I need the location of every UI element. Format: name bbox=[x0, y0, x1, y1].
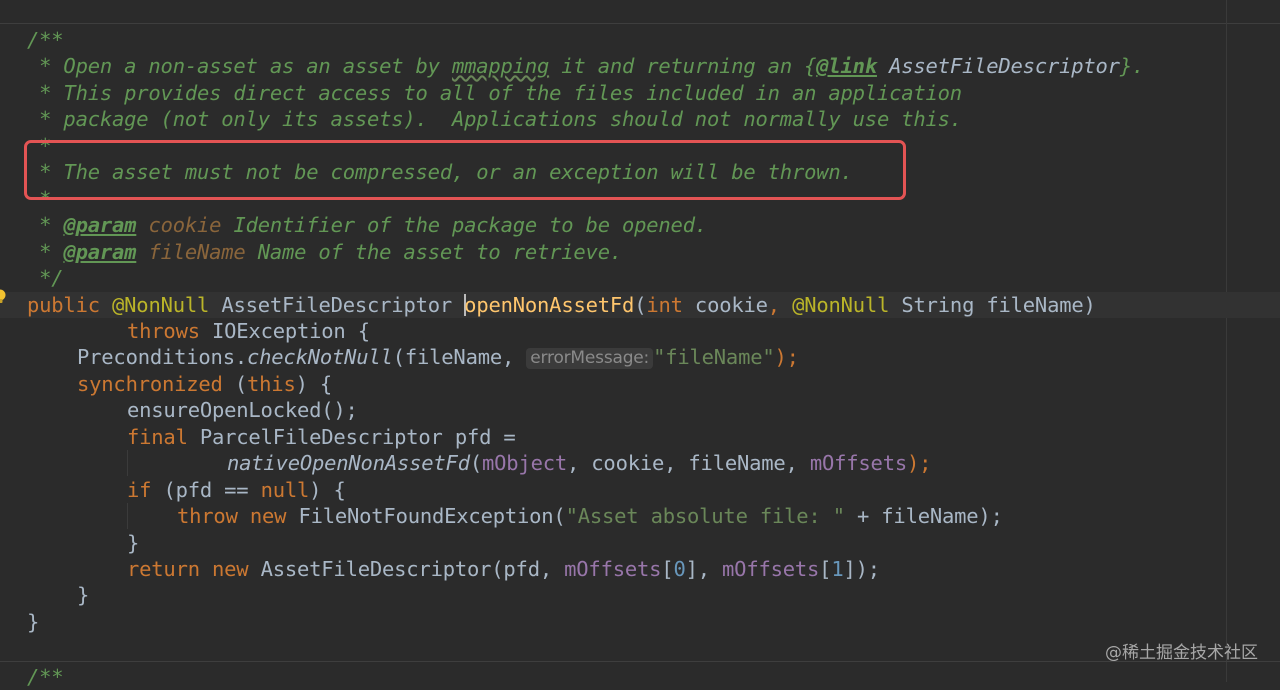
doc-line-8: * @param cookie Identifier of the packag… bbox=[27, 213, 707, 237]
method-close-brace: } bbox=[27, 610, 40, 634]
editor-bottom-divider bbox=[0, 661, 1280, 662]
ensure-open-line: ensureOpenLocked(); bbox=[127, 398, 358, 422]
param-tag: @param bbox=[63, 240, 137, 264]
doc-line-2: * Open a non-asset as an asset by mmappi… bbox=[27, 54, 1145, 78]
doc-line-9: * @param fileName Name of the asset to r… bbox=[27, 240, 622, 264]
preconditions-line: Preconditions.checkNotNull(fileName, err… bbox=[77, 345, 799, 369]
doc-line-3: * This provides direct access to all of … bbox=[27, 81, 962, 105]
intention-bulb-icon[interactable] bbox=[0, 289, 6, 305]
next-doc-comment: /** bbox=[27, 665, 64, 689]
synchronized-line: synchronized (this) { bbox=[77, 372, 333, 396]
method-signature-line: public @NonNull AssetFileDescriptor open… bbox=[27, 293, 1096, 317]
doc-line-10: */ bbox=[27, 266, 64, 290]
final-pfd-line: final ParcelFileDescriptor pfd = bbox=[127, 425, 516, 449]
param-tag: @param bbox=[63, 213, 137, 237]
indent-guide bbox=[127, 503, 128, 529]
right-margin-guide bbox=[1226, 0, 1227, 682]
sync-close-brace: } bbox=[77, 583, 90, 607]
code-editor[interactable]: /** * Open a non-asset as an asset by mm… bbox=[0, 0, 1280, 689]
doc-line-1: /** bbox=[27, 28, 64, 52]
doc-line-4: * package (not only its assets). Applica… bbox=[27, 107, 962, 131]
param-name-filename: fileName bbox=[136, 240, 246, 264]
param-name-cookie: cookie bbox=[136, 213, 222, 237]
indent-guide bbox=[127, 450, 128, 476]
if-close-brace: } bbox=[127, 531, 140, 555]
if-line: if (pfd == null) { bbox=[127, 478, 346, 502]
doc-link-tag[interactable]: @link bbox=[816, 54, 877, 78]
native-call-line: nativeOpenNonAssetFd(mObject, cookie, fi… bbox=[227, 451, 932, 475]
throw-line: throw new FileNotFoundException("Asset a… bbox=[177, 504, 1003, 528]
doc-link-ref[interactable]: AssetFileDescriptor bbox=[877, 54, 1120, 78]
spell-check-word: mmapping bbox=[451, 54, 550, 78]
red-highlight-box bbox=[24, 140, 906, 200]
parameter-hint: errorMessage: bbox=[526, 348, 654, 369]
editor-top-divider bbox=[0, 23, 1280, 24]
method-name[interactable]: openNonAssetFd bbox=[464, 293, 634, 317]
return-line: return new AssetFileDescriptor(pfd, mOff… bbox=[127, 557, 880, 581]
throws-line: throws IOException { bbox=[127, 319, 370, 343]
watermark: @稀土掘金技术社区 bbox=[1105, 643, 1258, 663]
